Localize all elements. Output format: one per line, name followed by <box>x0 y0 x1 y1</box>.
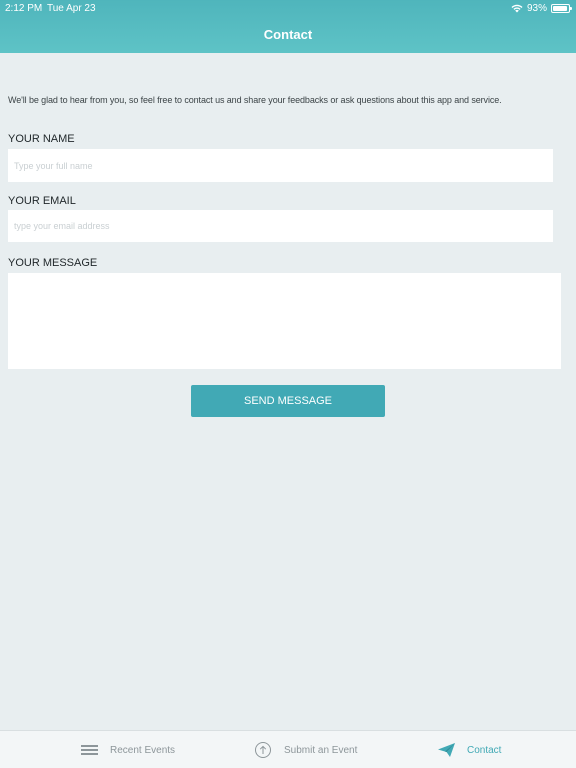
message-label: YOUR MESSAGE <box>8 257 98 269</box>
send-message-button[interactable]: SEND MESSAGE <box>191 385 385 417</box>
intro-text: We'll be glad to hear from you, so feel … <box>8 95 502 105</box>
battery-fill <box>553 5 567 11</box>
name-input[interactable] <box>8 149 553 182</box>
wifi-icon <box>511 4 523 13</box>
status-date: Tue Apr 23 <box>47 3 96 14</box>
battery-icon <box>551 3 572 13</box>
tab-contact[interactable]: Contact <box>437 731 501 768</box>
page-title: Contact <box>263 27 313 42</box>
tab-recent-events[interactable]: Recent Events <box>80 731 175 768</box>
status-indicators: 93% <box>511 2 572 14</box>
email-input[interactable] <box>8 210 553 242</box>
app-screen: 2:12 PM Tue Apr 23 93% Contact We'll be … <box>0 0 576 768</box>
tab-label-submit-event: Submit an Event <box>284 744 358 756</box>
paper-plane-icon <box>437 741 457 759</box>
tab-bar: Recent Events Submit an Event Contact <box>0 730 576 768</box>
tab-submit-event[interactable]: Submit an Event <box>254 731 357 768</box>
header: 2:12 PM Tue Apr 23 93% Contact <box>0 0 576 53</box>
tab-label-recent-events: Recent Events <box>110 744 176 756</box>
status-time: 2:12 PM <box>5 3 43 14</box>
status-bar: 2:12 PM Tue Apr 23 93% <box>0 0 576 16</box>
tab-label-contact: Contact <box>467 744 502 756</box>
upload-icon <box>254 741 274 759</box>
message-textarea[interactable] <box>8 273 561 369</box>
email-label: YOUR EMAIL <box>8 195 76 207</box>
name-label: YOUR NAME <box>8 133 75 145</box>
battery-percent: 93% <box>526 2 547 14</box>
list-icon <box>80 741 100 759</box>
